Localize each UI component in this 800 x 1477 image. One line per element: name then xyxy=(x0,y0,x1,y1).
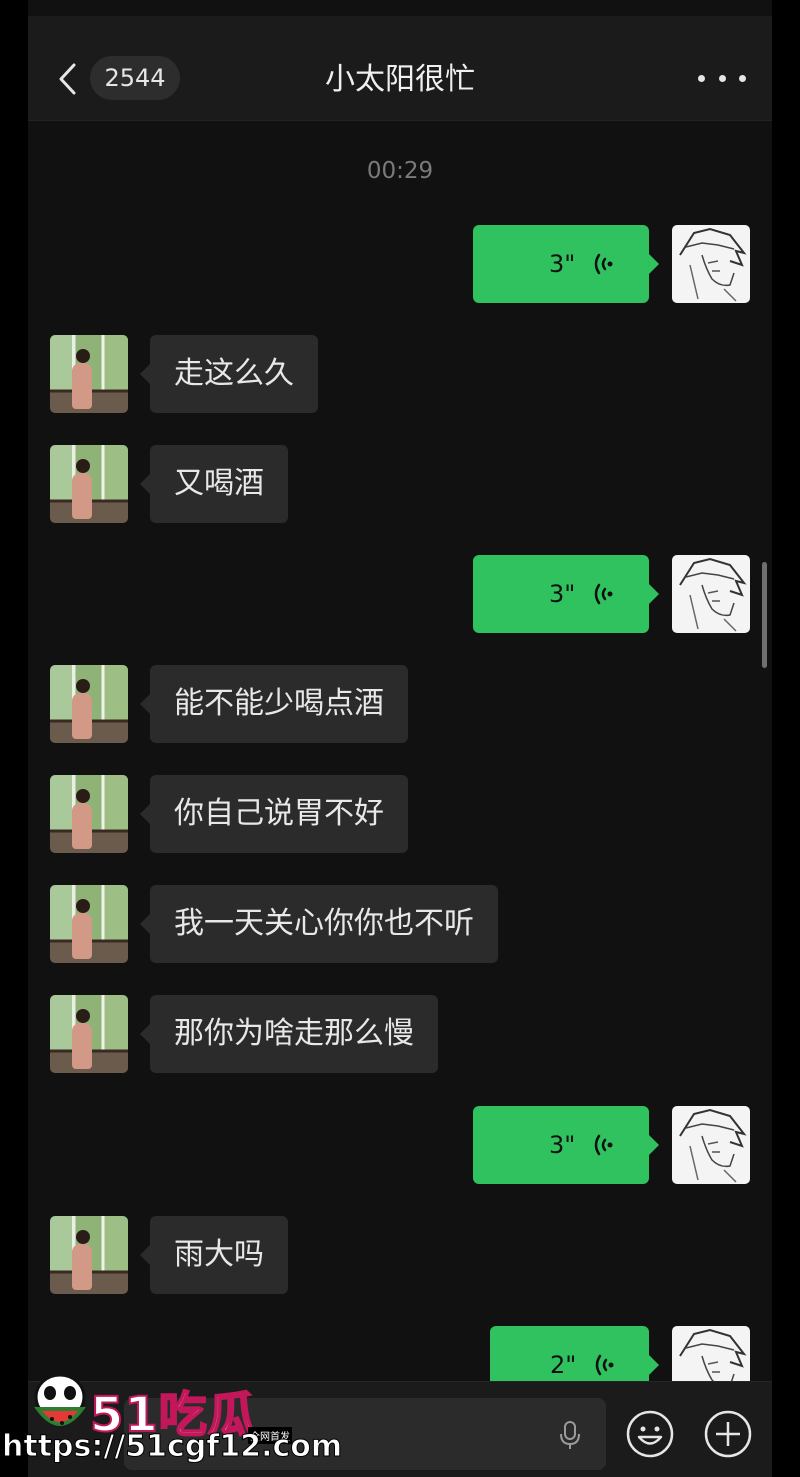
dot xyxy=(739,74,746,82)
text-message-bubble[interactable]: 能不能少喝点酒 xyxy=(140,665,408,743)
dot xyxy=(718,74,726,82)
voice-wave-icon xyxy=(594,253,613,275)
avatar-figure-head xyxy=(76,899,90,913)
avatar-figure-body xyxy=(72,803,92,849)
avatar-figure-head xyxy=(76,349,90,363)
avatar-figure-body xyxy=(72,1244,92,1290)
voice-wave-icon xyxy=(594,583,613,605)
unread-count-badge[interactable]: 2544 xyxy=(90,56,180,100)
voice-duration: 3" xyxy=(549,580,576,608)
emoji-icon[interactable] xyxy=(626,1410,674,1458)
scrollbar[interactable] xyxy=(762,562,767,668)
message-timestamp: 00:29 xyxy=(366,158,434,184)
chat-header: 2544 小太阳很忙 xyxy=(28,16,772,121)
voice-message-bubble[interactable]: 3" xyxy=(473,1106,659,1184)
avatar-figure-head xyxy=(76,789,90,803)
avatar-figure-body xyxy=(72,363,92,409)
sketch-portrait-icon xyxy=(679,227,747,302)
text-message-bubble[interactable]: 雨大吗 xyxy=(140,1216,288,1294)
voice-wave-icon xyxy=(595,1354,614,1376)
my-avatar[interactable] xyxy=(672,225,750,303)
sketch-portrait-icon xyxy=(679,557,747,632)
more-dots-icon[interactable] xyxy=(698,66,746,90)
contact-avatar[interactable] xyxy=(50,1216,128,1294)
voice-message-bubble[interactable]: 3" xyxy=(473,555,659,633)
voice-message-bubble[interactable]: 3" xyxy=(473,225,659,303)
voice-duration: 3" xyxy=(549,250,576,278)
contact-avatar[interactable] xyxy=(50,885,128,963)
avatar-figure-body xyxy=(72,473,92,519)
avatar-figure-body xyxy=(72,1023,92,1069)
text-message-bubble[interactable]: 你自己说胃不好 xyxy=(140,775,408,853)
contact-avatar[interactable] xyxy=(50,995,128,1073)
avatar-figure-body xyxy=(72,693,92,739)
dot xyxy=(698,74,705,82)
avatar-figure-body xyxy=(72,913,92,959)
avatar-figure-head xyxy=(76,459,90,473)
contact-avatar[interactable] xyxy=(50,665,128,743)
chat-screen: 2544 小太阳很忙 00:29 3" 走这么久 又喝酒 3" 能不能少喝点酒 … xyxy=(28,0,772,1477)
avatar-figure-head xyxy=(76,1009,90,1023)
contact-avatar[interactable] xyxy=(50,335,128,413)
status-bar xyxy=(28,0,772,16)
plus-icon[interactable] xyxy=(704,1410,752,1458)
my-avatar[interactable] xyxy=(672,555,750,633)
avatar-figure-head xyxy=(76,1230,90,1244)
sketch-portrait-icon xyxy=(679,1108,747,1183)
text-message-bubble[interactable]: 又喝酒 xyxy=(140,445,288,523)
contact-avatar[interactable] xyxy=(50,445,128,523)
contact-avatar[interactable] xyxy=(50,775,128,853)
watermark: 51吃瓜 全网首发 https://51cgf12.com xyxy=(0,1365,343,1477)
text-message-bubble[interactable]: 那你为啥走那么慢 xyxy=(140,995,438,1073)
back-chevron-icon[interactable] xyxy=(56,62,80,96)
voice-duration: 3" xyxy=(549,1131,576,1159)
watermark-url: https://51cgf12.com xyxy=(1,1429,343,1465)
text-message-bubble[interactable]: 我一天关心你你也不听 xyxy=(140,885,498,963)
my-avatar[interactable] xyxy=(672,1106,750,1184)
chat-title: 小太阳很忙 xyxy=(325,62,475,97)
microphone-icon[interactable] xyxy=(558,1420,582,1450)
voice-wave-icon xyxy=(594,1134,613,1156)
avatar-figure-head xyxy=(76,679,90,693)
text-message-bubble[interactable]: 走这么久 xyxy=(140,335,318,413)
